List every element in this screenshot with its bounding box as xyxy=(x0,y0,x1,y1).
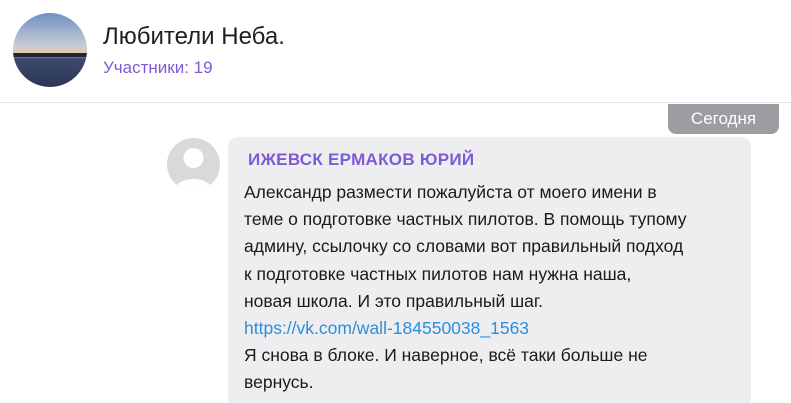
message-line: теме о подготовке частных пилотов. В пом… xyxy=(244,209,687,230)
message-line: вернусь. xyxy=(244,372,314,393)
message-bubble: ИЖЕВСК ЕРМАКОВ ЮРИЙ Александр размести п… xyxy=(228,137,751,403)
default-user-icon xyxy=(174,148,213,191)
sender-name[interactable]: ИЖЕВСК ЕРМАКОВ ЮРИЙ xyxy=(248,150,474,170)
members-count[interactable]: Участники: 19 xyxy=(103,58,213,78)
message-line: новая школа. И это правильный шаг. xyxy=(244,290,543,311)
sky-landscape-icon xyxy=(13,13,87,87)
message-text: Александр размести пожалуйста от моего и… xyxy=(244,179,724,397)
message-line: к подготовке частных пилотов нам нужна н… xyxy=(244,263,632,284)
message-line: Александр размести пожалуйста от моего и… xyxy=(244,182,657,202)
sender-avatar[interactable] xyxy=(167,138,220,191)
message-line: админу, ссылочку со словами вот правильн… xyxy=(244,236,684,257)
message-line: Я снова в блоке. И наверное, всё таки бо… xyxy=(244,345,648,366)
chat-title: Любители Неба. xyxy=(103,23,285,50)
header-divider xyxy=(0,102,791,103)
date-badge: Сегодня xyxy=(668,104,779,134)
chat-header: Любители Неба. Участники: 19 xyxy=(0,0,791,103)
chat-avatar[interactable] xyxy=(13,13,87,87)
message-link[interactable]: https://vk.com/wall-184550038_1563 xyxy=(244,315,724,342)
